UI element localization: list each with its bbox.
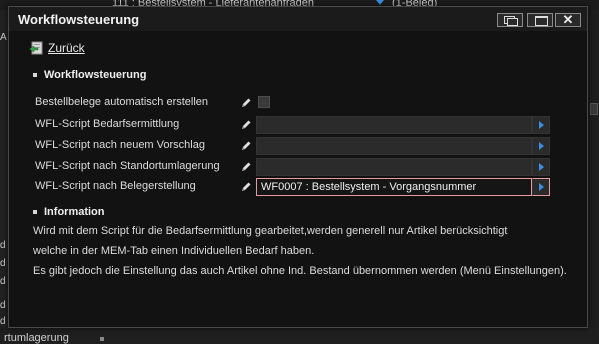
background-left-char: d [0,316,6,327]
auto-create-checkbox[interactable] [258,96,270,108]
dialog-title: Workflowsteuerung [18,12,140,27]
dialog-titlebar[interactable]: Workflowsteuerung ✕ [9,7,587,31]
arrow-right-icon [539,121,544,129]
setting-label: WFL-Script nach Belegerstellung [35,180,196,192]
script-belegerstellung-field[interactable]: WF0007 : Bestellsystem - Vorgangsnummer [256,178,532,196]
arrow-right-icon [539,142,544,150]
setting-row-standortumlagerung: WFL-Script nach Standortumlagerung [35,158,555,176]
background-left-char: d [0,240,6,251]
script-neuer-vorschlag-field[interactable] [256,137,532,155]
pencil-icon[interactable] [240,97,252,109]
background-footer-dot [100,337,104,341]
setting-label: WFL-Script nach Standortumlagerung [35,160,220,172]
close-button[interactable]: ✕ [555,12,581,27]
background-left-char: d [0,300,6,311]
setting-row-auto-create: Bestellbelege automatisch erstellen [35,94,555,112]
setting-label: WFL-Script Bedarfsermittlung [35,118,180,130]
script-bedarfsermittlung-field[interactable] [256,116,532,134]
info-text-line: welche in der MEM-Tab einen Individuelle… [33,245,315,257]
lookup-button[interactable] [532,158,550,176]
workflow-dialog: Workflowsteuerung ✕ Zurück Workflowsteue… [8,6,588,328]
back-link[interactable]: Zurück [29,41,85,55]
pencil-icon[interactable] [240,161,252,173]
maximize-button[interactable] [527,13,553,27]
section-workflow-header: Workflowsteuerung [33,69,146,81]
arrow-right-icon [539,183,544,191]
background-footer [0,327,599,343]
close-icon: ✕ [562,12,574,27]
background-left-char: d [0,276,6,287]
lookup-button[interactable] [532,178,550,196]
pencil-icon[interactable] [240,119,252,131]
bullet-icon [33,210,37,214]
section-information-header: Information [33,206,105,218]
info-text-line: Wird mit dem Script für die Bedarfsermit… [33,225,508,237]
arrow-right-icon [539,163,544,171]
script-standortumlagerung-field[interactable] [256,158,532,176]
dropdown-arrow-icon[interactable] [376,0,384,5]
setting-label: Bestellbelege automatisch erstellen [35,96,209,108]
background-right-panel [587,10,599,327]
background-left-panel: A d d d d d [0,10,8,343]
setting-label: WFL-Script nach neuem Vorschlag [35,139,205,151]
back-link-label: Zurück [48,41,85,55]
background-left-char: A [0,32,7,43]
restore-button[interactable] [497,13,523,27]
background-scroll-marker [590,103,598,115]
bullet-icon [33,73,37,77]
pencil-icon[interactable] [240,181,252,193]
pencil-icon[interactable] [240,140,252,152]
back-arrow-icon [29,41,43,55]
info-text-line: Es gibt jedoch die Einstellung das auch … [33,265,567,277]
setting-row-belegerstellung: WFL-Script nach Belegerstellung WF0007 :… [35,178,555,196]
background-left-char: d [0,258,6,269]
section-workflow-title: Workflowsteuerung [44,69,147,81]
lookup-button[interactable] [532,137,550,155]
background-footer-text: rtumlagerung [4,332,69,344]
section-information-title: Information [44,206,105,218]
maximize-icon [535,16,548,26]
setting-row-bedarfsermittlung: WFL-Script Bedarfsermittlung [35,116,555,134]
lookup-button[interactable] [532,116,550,134]
setting-row-neuer-vorschlag: WFL-Script nach neuem Vorschlag [35,137,555,155]
